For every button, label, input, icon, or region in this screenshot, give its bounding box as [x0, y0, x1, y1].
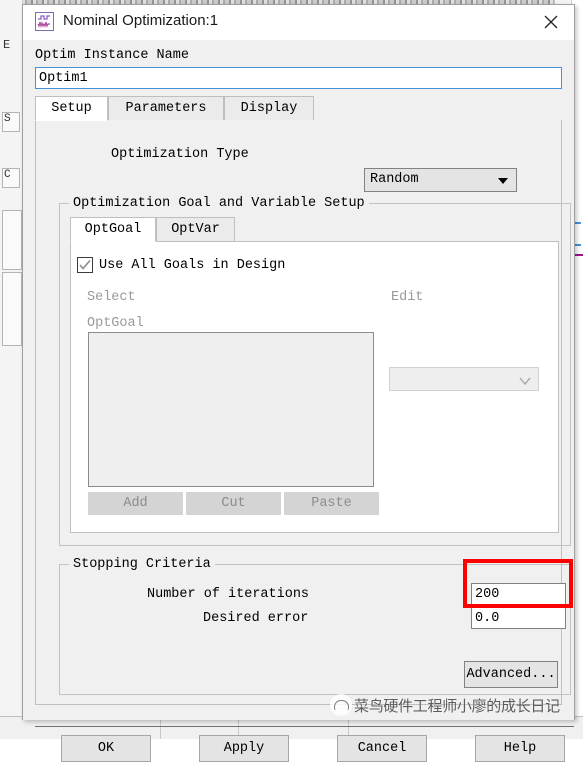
close-icon[interactable]: [528, 5, 574, 39]
use-all-goals-checkbox[interactable]: [77, 257, 93, 273]
number-of-iterations-label: Number of iterations: [147, 587, 310, 602]
optimization-type-dropdown[interactable]: Random: [364, 168, 517, 192]
tab-setup-label: Setup: [51, 101, 92, 116]
optimization-waveform-icon: [35, 12, 54, 31]
chevron-down-icon: [519, 375, 531, 390]
cut-button[interactable]: Cut: [186, 492, 281, 515]
desired-error-input[interactable]: [471, 607, 566, 629]
optimization-type-label: Optimization Type: [111, 147, 249, 162]
edit-column-label: Edit: [391, 290, 424, 305]
chevron-down-icon: [498, 178, 508, 184]
edit-goal-dropdown[interactable]: [389, 367, 539, 391]
use-all-goals-label: Use All Goals in Design: [99, 257, 286, 273]
apply-button[interactable]: Apply: [199, 735, 289, 762]
instance-name-input[interactable]: [35, 67, 562, 89]
add-button[interactable]: Add: [88, 492, 183, 515]
background-left-panel: [0, 0, 23, 739]
footer-divider: [35, 726, 574, 727]
advanced-button[interactable]: Advanced...: [464, 661, 558, 688]
background-tree-group: [2, 210, 22, 270]
add-button-label: Add: [123, 496, 148, 511]
check-icon: [79, 259, 91, 270]
background-side-letter-2: C: [4, 169, 11, 181]
cut-button-label: Cut: [221, 496, 246, 511]
tab-parameters[interactable]: Parameters: [108, 96, 224, 120]
nominal-optimization-dialog: Nominal Optimization:1 Optim Instance Na…: [22, 4, 575, 762]
background-tree-group: [2, 272, 22, 346]
tab-parameters-label: Parameters: [125, 101, 207, 116]
tab-display[interactable]: Display: [224, 96, 314, 120]
advanced-button-label: Advanced...: [466, 667, 556, 682]
apply-button-label: Apply: [223, 741, 265, 756]
help-button-label: Help: [503, 741, 537, 756]
instance-name-label: Optim Instance Name: [35, 48, 189, 63]
stopping-criteria-groupbox-title: Stopping Criteria: [69, 557, 215, 572]
optgoal-listbox[interactable]: [88, 332, 374, 487]
tab-optgoal-label: OptGoal: [84, 222, 142, 237]
main-tab-bar: Setup Parameters Display: [35, 96, 562, 121]
tab-display-label: Display: [240, 101, 298, 116]
help-button[interactable]: Help: [475, 735, 565, 762]
background-menu-letter: E: [3, 38, 11, 52]
paste-button-label: Paste: [311, 496, 352, 511]
ok-button-label: OK: [97, 741, 115, 756]
desired-error-label: Desired error: [203, 611, 309, 626]
tab-optgoal[interactable]: OptGoal: [70, 217, 156, 242]
optimization-goal-groupbox-title: Optimization Goal and Variable Setup: [69, 196, 369, 211]
number-of-iterations-input[interactable]: [471, 583, 566, 605]
optgoal-list-caption: OptGoal: [87, 316, 144, 331]
select-column-label: Select: [87, 290, 136, 305]
tab-optvar[interactable]: OptVar: [156, 217, 235, 241]
dialog-titlebar[interactable]: Nominal Optimization:1: [23, 5, 574, 40]
tab-optvar-label: OptVar: [171, 222, 220, 237]
cancel-button[interactable]: Cancel: [337, 735, 427, 762]
paste-button[interactable]: Paste: [284, 492, 379, 515]
dialog-title: Nominal Optimization:1: [63, 12, 219, 29]
ok-button[interactable]: OK: [61, 735, 151, 762]
cancel-button-label: Cancel: [357, 741, 407, 756]
dialog-body: Optim Instance Name Setup Parameters Dis…: [23, 40, 574, 762]
use-all-goals-checkbox-row[interactable]: Use All Goals in Design: [77, 257, 285, 273]
tab-setup[interactable]: Setup: [35, 96, 108, 121]
background-side-letter-1: S: [4, 113, 11, 125]
optimization-type-value: Random: [370, 172, 419, 187]
